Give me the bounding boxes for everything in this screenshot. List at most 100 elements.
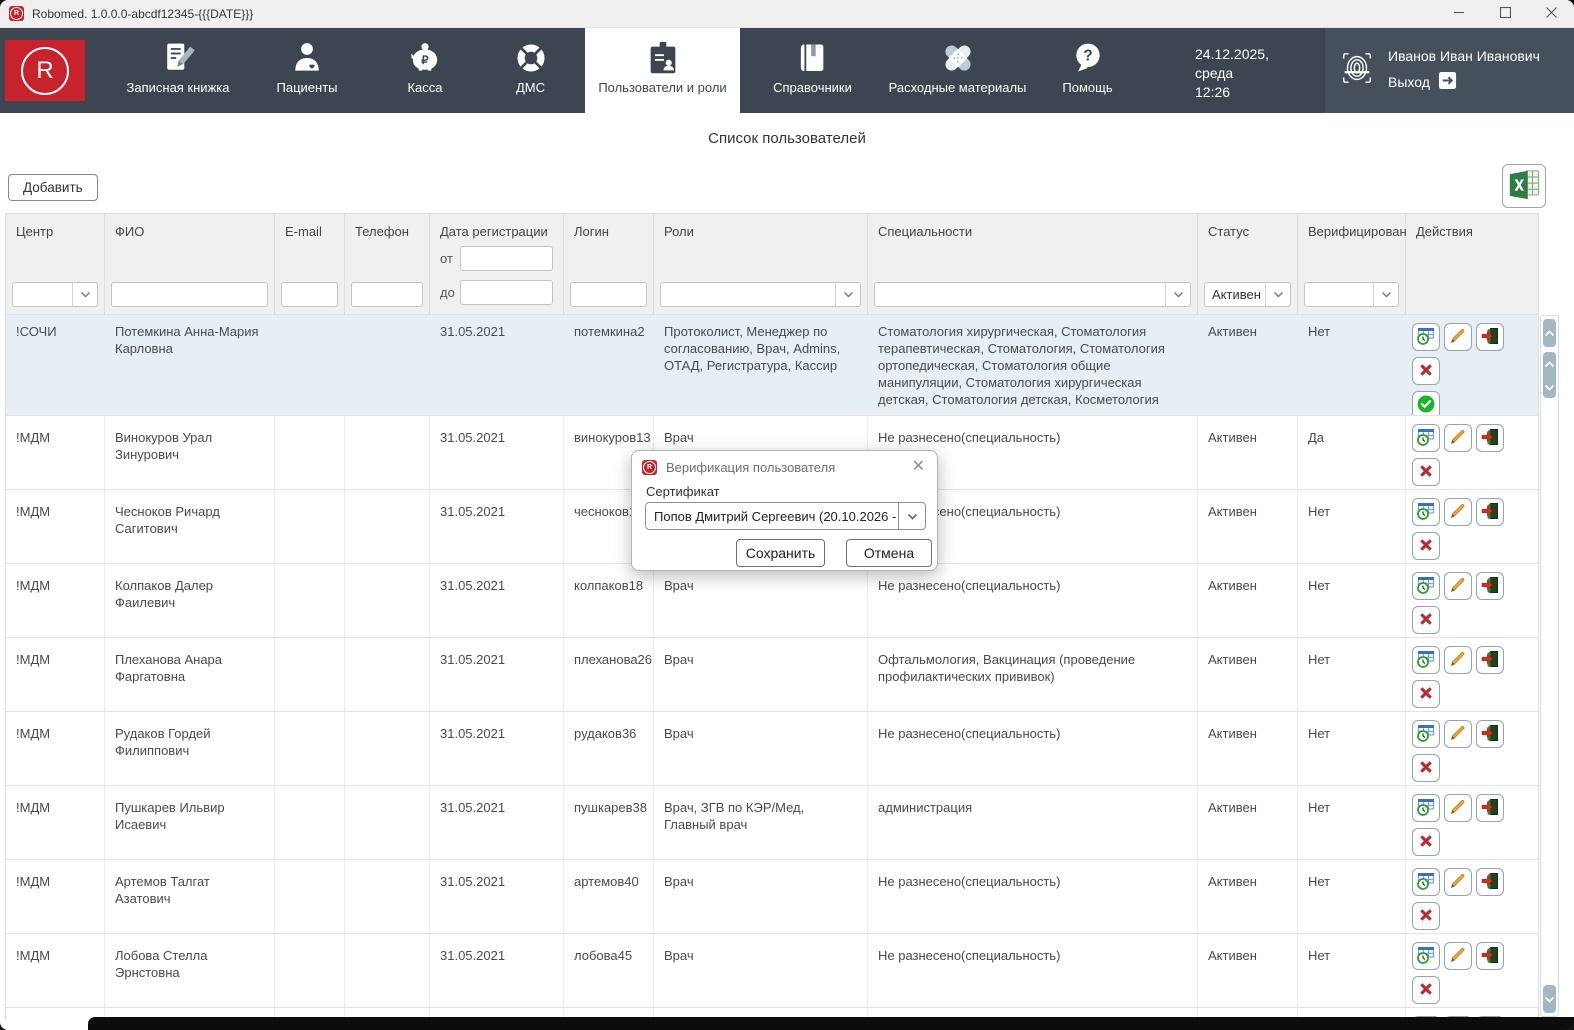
table-row[interactable]: !МДМ Артемов Талгат Азатович 31.05.2021 арт… (6, 859, 1538, 933)
column-header-status: Статус Активен (1198, 214, 1298, 314)
filter-date-from-input[interactable] (460, 246, 553, 271)
delete-button[interactable] (1412, 754, 1440, 782)
edit-button[interactable] (1444, 572, 1472, 600)
cell-phone (345, 712, 430, 785)
schedule-icon (1416, 871, 1436, 894)
maximize-button[interactable] (1482, 0, 1528, 27)
cell-status: Активен (1198, 712, 1298, 785)
nav-item-materials[interactable]: Расходные материалы (885, 28, 1030, 113)
schedule-button[interactable] (1412, 794, 1440, 822)
scroll-up-button[interactable] (1543, 319, 1556, 347)
cell-specialties: Офтальмология, Вакцинация (проведение пр… (868, 638, 1198, 711)
login-as-button[interactable] (1476, 868, 1504, 896)
delete-x-icon (1416, 831, 1436, 854)
login-as-button[interactable] (1476, 424, 1504, 452)
edit-button[interactable] (1444, 720, 1472, 748)
filter-status-select[interactable]: Активен (1204, 282, 1291, 307)
delete-button[interactable] (1412, 680, 1440, 708)
close-icon[interactable]: ✕ (912, 459, 925, 475)
cell-email (275, 638, 345, 711)
scroll-down-button[interactable] (1543, 985, 1556, 1013)
cell-email (275, 786, 345, 859)
nav-item-users-roles[interactable]: Пользователи и роли (585, 28, 740, 113)
login-as-button[interactable] (1476, 646, 1504, 674)
table-row[interactable]: !МДМ Колпаков Далер Фаилевич 31.05.2021 кол… (6, 563, 1538, 637)
delete-button[interactable] (1412, 532, 1440, 560)
edit-button[interactable] (1444, 646, 1472, 674)
logout-button[interactable]: Выход (1388, 71, 1540, 93)
nav-item-label: Пользователи и роли (598, 80, 727, 95)
minimize-button[interactable] (1436, 0, 1482, 27)
nav-item-references[interactable]: Справочники (745, 28, 880, 113)
save-button[interactable]: Сохранить (736, 539, 825, 567)
login-as-button[interactable] (1476, 572, 1504, 600)
login-as-button[interactable] (1476, 498, 1504, 526)
delete-button[interactable] (1412, 976, 1440, 1004)
table-row[interactable]: !МДМ Плеханова Анара Фаргатовна 31.05.2021… (6, 637, 1538, 711)
delete-button[interactable] (1412, 357, 1440, 385)
cell-roles: Врач (654, 934, 868, 1007)
schedule-button[interactable] (1412, 424, 1440, 452)
delete-button[interactable] (1412, 828, 1440, 856)
login-as-button[interactable] (1476, 720, 1504, 748)
edit-button[interactable] (1444, 942, 1472, 970)
table-row[interactable]: !МДМ Лобова Стелла Эрнстовна 31.05.2021 лоб… (6, 933, 1538, 1007)
table-row[interactable]: !СОЧИ Потемкина Анна-Мария Карловна 31.05.… (6, 314, 1538, 415)
filter-fio-input[interactable] (111, 282, 268, 307)
edit-button[interactable] (1444, 868, 1472, 896)
login-as-button[interactable] (1476, 942, 1504, 970)
delete-button[interactable] (1412, 606, 1440, 634)
table-row[interactable]: !МДМ Пушкарев Ильвир Исаевич 31.05.2021 пуш… (6, 785, 1538, 859)
schedule-button[interactable] (1412, 868, 1440, 896)
filter-login-input[interactable] (570, 282, 647, 307)
schedule-button[interactable] (1412, 720, 1440, 748)
schedule-button[interactable] (1412, 572, 1440, 600)
delete-button[interactable] (1412, 902, 1440, 930)
login-as-button[interactable] (1476, 794, 1504, 822)
nav-item-help[interactable]: ? Помощь (1035, 28, 1140, 113)
verify-check-icon (1416, 394, 1436, 416)
nav-item-cashdesk[interactable]: ₽ Касса (375, 28, 475, 113)
edit-button[interactable] (1444, 794, 1472, 822)
scroll-thumb[interactable] (1543, 352, 1556, 398)
filter-center-select[interactable] (12, 282, 98, 307)
table-row[interactable]: !МДМ Рудаков Гордей Филиппович 31.05.2021 р… (6, 711, 1538, 785)
schedule-button[interactable] (1412, 323, 1440, 351)
column-label: Центр (16, 224, 54, 239)
filter-verified-select[interactable] (1304, 282, 1399, 307)
schedule-icon (1416, 797, 1436, 820)
cell-phone (345, 860, 430, 933)
cell-phone (345, 416, 430, 489)
cell-verified: Нет (1298, 786, 1406, 859)
cell-center: !МДМ (6, 638, 105, 711)
robomed-logo[interactable]: R (5, 40, 85, 101)
edit-button[interactable] (1444, 323, 1472, 351)
nav-item-notebook[interactable]: Записная книжка (113, 28, 243, 113)
cell-actions (1406, 315, 1538, 415)
delete-button[interactable] (1412, 458, 1440, 486)
column-label: Действия (1416, 224, 1473, 239)
nav-item-label: Справочники (773, 80, 852, 95)
filter-roles-select[interactable] (660, 282, 861, 307)
schedule-button[interactable] (1412, 646, 1440, 674)
excel-export-button[interactable] (1502, 164, 1546, 208)
robomed-logo-icon: R (642, 459, 657, 475)
edit-button[interactable] (1444, 498, 1472, 526)
add-user-button[interactable]: Добавить (8, 174, 98, 201)
schedule-button[interactable] (1412, 942, 1440, 970)
filter-email-input[interactable] (281, 282, 338, 307)
cell-phone (345, 934, 430, 1007)
login-as-button[interactable] (1476, 323, 1504, 351)
verify-toggle-button[interactable] (1412, 391, 1440, 415)
certificate-select[interactable]: Попов Дмитрий Сергеевич (20.10.2026 - 20… (645, 502, 926, 530)
nav-item-patients[interactable]: Пациенты (247, 28, 367, 113)
vertical-scrollbar[interactable] (1540, 315, 1559, 1017)
close-button[interactable] (1528, 0, 1574, 27)
edit-button[interactable] (1444, 424, 1472, 452)
filter-specialties-select[interactable] (874, 282, 1191, 307)
filter-phone-input[interactable] (351, 282, 423, 307)
cancel-button[interactable]: Отмена (846, 539, 932, 567)
filter-date-to-input[interactable] (460, 280, 553, 305)
schedule-button[interactable] (1412, 498, 1440, 526)
nav-item-dms[interactable]: ДМС (483, 28, 578, 113)
